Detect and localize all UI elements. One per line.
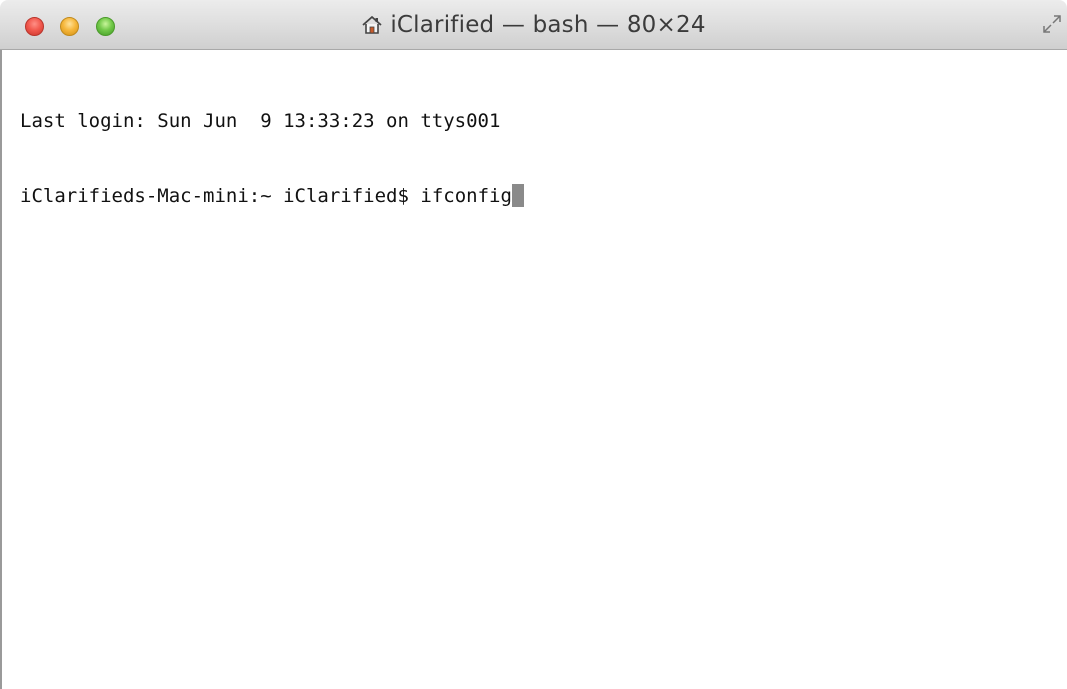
fullscreen-icon[interactable] <box>1041 13 1063 35</box>
terminal-prompt-line[interactable]: iClarifieds-Mac-mini:~ iClarified$ ifcon… <box>20 184 524 209</box>
title-bar[interactable]: iClarified — bash — 80×24 <box>0 0 1067 50</box>
terminal-output[interactable]: Last login: Sun Jun 9 13:33:23 on ttys00… <box>20 59 524 259</box>
terminal-command[interactable]: ifconfig <box>420 185 512 207</box>
window-title: iClarified — bash — 80×24 <box>0 0 1067 50</box>
terminal-line-login: Last login: Sun Jun 9 13:33:23 on ttys00… <box>20 110 501 132</box>
home-icon <box>362 16 382 34</box>
terminal-window: iClarified — bash — 80×24 Last login: Su… <box>0 0 1067 689</box>
text-cursor <box>511 184 524 207</box>
window-title-text: iClarified — bash — 80×24 <box>390 12 706 38</box>
terminal-prompt: iClarifieds-Mac-mini:~ iClarified$ <box>20 185 421 207</box>
terminal-content[interactable]: Last login: Sun Jun 9 13:33:23 on ttys00… <box>0 50 1067 689</box>
